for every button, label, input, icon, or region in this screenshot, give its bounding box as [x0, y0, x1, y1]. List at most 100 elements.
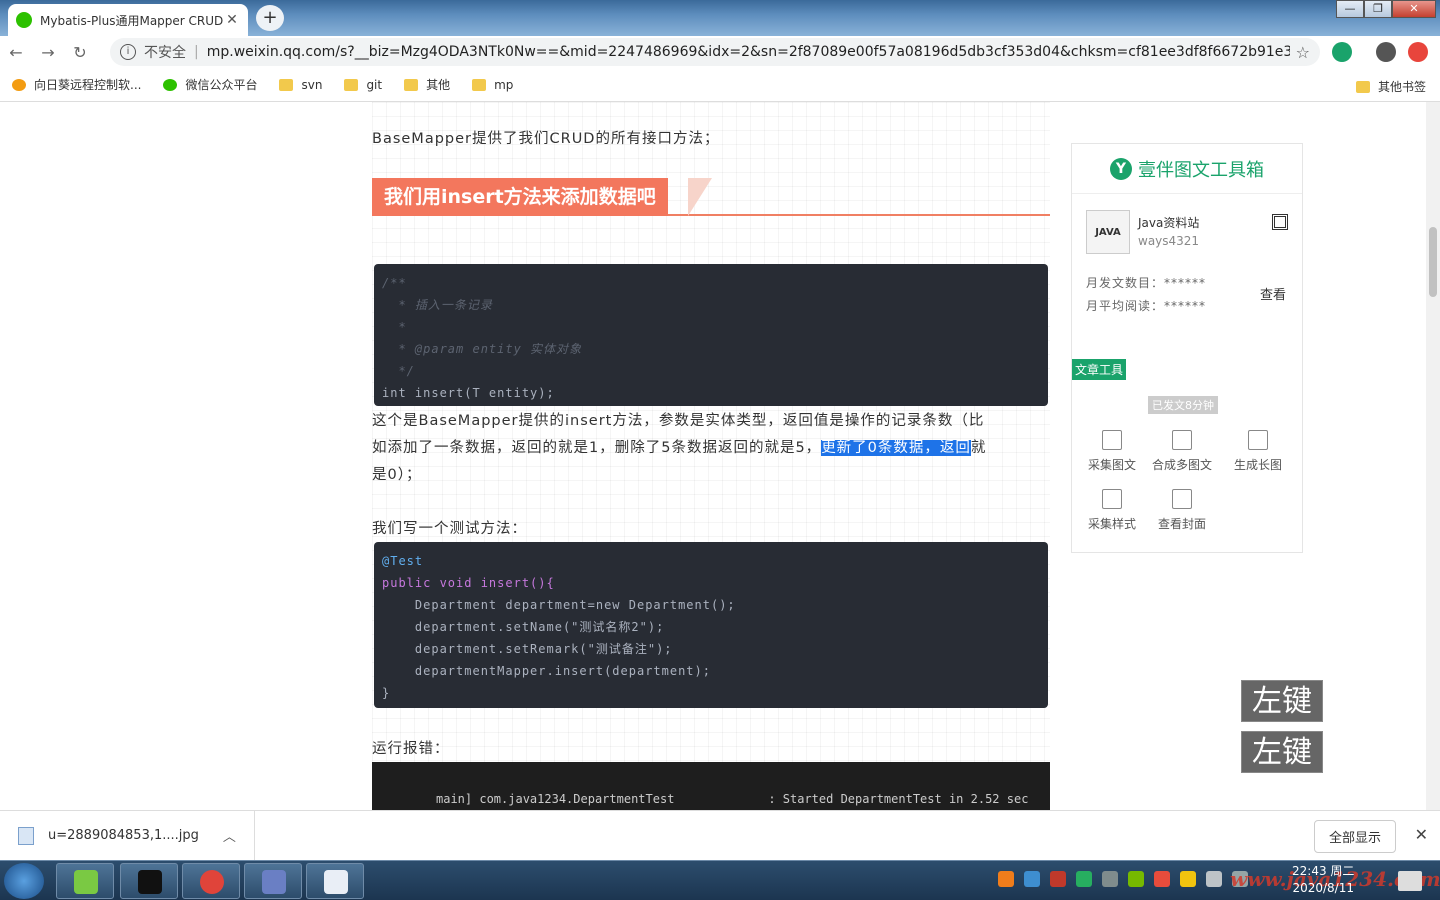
taskbar-app-photos[interactable]: [56, 863, 114, 899]
tray-icon[interactable]: [1076, 871, 1092, 887]
long-image-button[interactable]: 生成长图: [1228, 430, 1288, 473]
published-badge: 已发文8分钟: [1148, 396, 1218, 414]
code-line: *: [382, 320, 407, 334]
code-line: }: [382, 686, 391, 700]
scrollbar-thumb[interactable]: [1429, 227, 1437, 297]
bookmark-svn[interactable]: svn: [279, 78, 322, 92]
taskbar-app-dolphin[interactable]: [244, 863, 302, 899]
notification-icon[interactable]: [1398, 871, 1422, 891]
panel-title: 壹伴图文工具箱: [1138, 159, 1264, 181]
tray-icon[interactable]: [1206, 871, 1222, 887]
download-bar: u=2889084853,1....jpg ︿ 全部显示 ✕: [0, 810, 1440, 861]
code-line: Department department=new Department();: [382, 598, 736, 612]
taskbar-app-m[interactable]: [306, 863, 364, 899]
heading-decoration: [688, 178, 712, 216]
url-text[interactable]: mp.weixin.qq.com/s?__biz=Mzg4ODA3NTk0Nw=…: [207, 44, 1290, 60]
code-line: */: [382, 364, 415, 378]
toolbar: ← → ↻ i 不安全 | mp.weixin.qq.com/s?__biz=M…: [0, 36, 1440, 68]
qrcode-icon[interactable]: [1272, 214, 1288, 230]
layers-icon: [1102, 489, 1122, 509]
start-button[interactable]: [4, 863, 44, 899]
yiban-panel: Y 壹伴图文工具箱 JAVA Java资料站 ways4321 月发文数目：**…: [1071, 143, 1303, 553]
view-button[interactable]: 查看: [1260, 284, 1286, 303]
code-line: int insert(T entity);: [382, 386, 555, 400]
new-tab-button[interactable]: +: [256, 5, 284, 31]
tab-title: Mybatis-Plus通用Mapper CRUD: [40, 13, 224, 28]
star-icon[interactable]: ☆: [1296, 43, 1310, 62]
download-item[interactable]: u=2889084853,1....jpg ︿: [0, 810, 255, 861]
reload-icon[interactable]: ↻: [64, 43, 96, 62]
title-bar: Mybatis-Plus通用Mapper CRUD ✕ + — ❐ ✕: [0, 0, 1440, 36]
account-id: ways4321: [1138, 234, 1200, 248]
collect-style-button[interactable]: 采集样式: [1082, 489, 1142, 532]
merge-articles-button[interactable]: 合成多图文: [1152, 430, 1212, 473]
download-filename: u=2889084853,1....jpg: [48, 828, 199, 843]
minimize-button[interactable]: —: [1336, 0, 1364, 18]
close-icon[interactable]: ✕: [1415, 825, 1428, 844]
yiban-logo-icon: Y: [1110, 157, 1132, 180]
insecure-label: 不安全: [144, 45, 186, 61]
tray-icon[interactable]: [1180, 871, 1196, 887]
tray-icon[interactable]: [1128, 871, 1144, 887]
article-tools-tag: 文章工具: [1072, 359, 1127, 380]
code-line: departmentMapper.insert(department);: [382, 664, 711, 678]
profile-icon[interactable]: [1376, 42, 1396, 62]
address-bar[interactable]: i 不安全 | mp.weixin.qq.com/s?__biz=Mzg4ODA…: [110, 38, 1320, 66]
code-line: department.setName("测试名称2");: [382, 620, 665, 634]
bookmark-sunlogin[interactable]: 向日葵远程控制软...: [12, 76, 141, 93]
tray-icon[interactable]: [1154, 871, 1170, 887]
taskbar-app-chrome[interactable]: [182, 863, 240, 899]
left-click-indicator: 左键: [1241, 731, 1323, 773]
bookmark-other[interactable]: 其他: [404, 76, 450, 93]
article: BaseMapper提供了我们CRUD的所有接口方法； 我们用insert方法来…: [372, 102, 1050, 810]
view-cover-button[interactable]: 查看封面: [1152, 489, 1212, 532]
other-bookmarks[interactable]: 其他书签: [1355, 78, 1426, 95]
sunflower-icon: [12, 78, 26, 91]
tray-icon[interactable]: [1024, 871, 1040, 887]
close-window-button[interactable]: ✕: [1392, 0, 1436, 18]
bookmark-mp[interactable]: mp: [472, 78, 513, 92]
image-file-icon: [18, 826, 34, 845]
account-name: Java资料站: [1138, 216, 1200, 230]
maximize-button[interactable]: ❐: [1364, 0, 1392, 18]
tray-icon[interactable]: [1102, 871, 1118, 887]
selected-text[interactable]: 更新了0条数据，返回: [821, 440, 971, 456]
update-icon[interactable]: [1408, 42, 1428, 62]
explain-line-1: 这个是BaseMapper提供的insert方法，参数是实体类型，返回值是操作的…: [372, 413, 985, 429]
m-app-icon: [324, 870, 348, 894]
folder-icon: [344, 78, 359, 91]
run-log-label: 运行报错：: [372, 741, 450, 757]
taskbar-app-intellij[interactable]: [120, 863, 178, 899]
code-block-insert: /** * 插入一条记录 * * @param entity 实体对象 */ i…: [374, 264, 1048, 406]
app-icon: [74, 870, 98, 894]
close-tab-icon[interactable]: ✕: [224, 12, 240, 28]
intro-text: BaseMapper提供了我们CRUD的所有接口方法；: [372, 131, 720, 147]
scrollbar[interactable]: [1426, 102, 1440, 810]
save-icon: [1248, 430, 1268, 450]
bookmark-wechat[interactable]: 微信公众平台: [163, 76, 257, 93]
chrome-icon: [200, 870, 224, 894]
code-line: * @param entity 实体对象: [382, 342, 583, 356]
tray-icon[interactable]: [1050, 871, 1066, 887]
browser-tab[interactable]: Mybatis-Plus通用Mapper CRUD ✕: [8, 4, 248, 36]
explain-line-3: 是0）；: [372, 467, 422, 483]
separator: |: [194, 44, 199, 60]
chevron-up-icon[interactable]: ︿: [223, 826, 236, 845]
collect-article-button[interactable]: 采集图文: [1082, 430, 1142, 473]
yiban-extension-icon[interactable]: [1332, 42, 1352, 62]
monthly-reads: 月平均阅读：******: [1086, 299, 1207, 313]
explain-line-2: 如添加了一条数据，返回的就是1，删除了5条数据返回的就是5，更新了0条数据，返回…: [372, 440, 987, 456]
folder-icon: [1355, 80, 1370, 93]
forward-icon[interactable]: →: [32, 43, 64, 62]
folder-icon: [404, 78, 419, 91]
back-icon[interactable]: ←: [0, 43, 32, 62]
clock[interactable]: 22:43 周二 2020/8/11: [1292, 863, 1354, 897]
info-icon[interactable]: i: [120, 44, 136, 60]
section-heading: 我们用insert方法来添加数据吧: [372, 178, 1050, 216]
tray-icon[interactable]: [998, 871, 1014, 887]
left-click-indicator: 左键: [1241, 680, 1323, 722]
show-all-button[interactable]: 全部显示: [1313, 820, 1396, 853]
intellij-icon: [138, 870, 162, 894]
bookmark-git[interactable]: git: [344, 78, 382, 92]
bookmarks-bar: 向日葵远程控制软... 微信公众平台 svn git 其他 mp 其他书签: [0, 68, 1440, 102]
